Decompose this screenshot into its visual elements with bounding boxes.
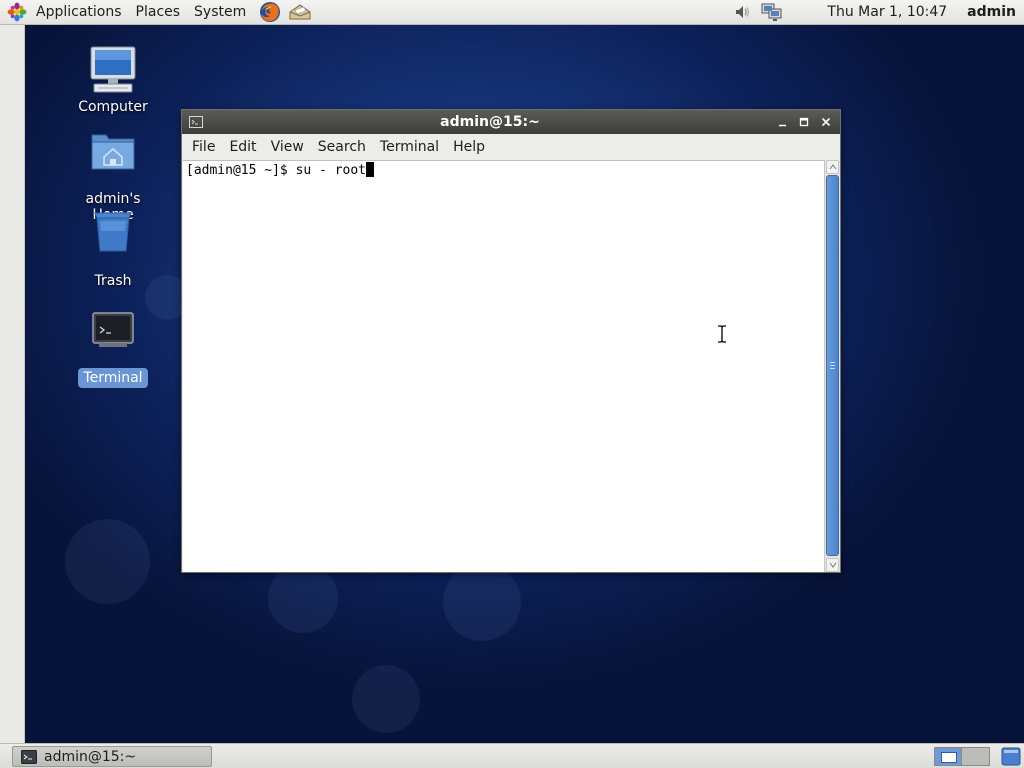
terminal-text: [admin@15 ~]$ su - root bbox=[186, 162, 375, 180]
show-desktop-icon[interactable] bbox=[1001, 747, 1021, 766]
terminal-icon bbox=[21, 749, 37, 764]
scrollbar-grip bbox=[830, 362, 835, 369]
minimize-button[interactable] bbox=[775, 114, 791, 130]
workspace-1[interactable] bbox=[935, 748, 962, 765]
scroll-down-button[interactable] bbox=[826, 558, 839, 572]
close-icon bbox=[821, 117, 831, 127]
network-icon[interactable] bbox=[761, 2, 783, 22]
firefox-launcher[interactable] bbox=[257, 0, 283, 24]
menu-file[interactable]: File bbox=[185, 135, 222, 159]
clock[interactable]: Thu Mar 1, 10:47 bbox=[827, 4, 947, 20]
wallpaper-bokeh bbox=[443, 563, 521, 641]
terminal-window[interactable]: admin@15:~ File Edit View Search Termina… bbox=[181, 109, 841, 573]
maximize-icon bbox=[799, 117, 809, 127]
menu-terminal[interactable]: Terminal bbox=[373, 135, 446, 159]
applications-logo-icon[interactable] bbox=[7, 2, 27, 22]
firefox-icon bbox=[260, 2, 281, 22]
desktop-icon-trash[interactable]: Trash bbox=[63, 209, 163, 290]
user-menu[interactable]: admin bbox=[967, 4, 1016, 20]
email-client-icon bbox=[289, 4, 311, 20]
desktop-icon-label: Trash bbox=[94, 273, 132, 289]
text-cursor bbox=[366, 162, 375, 177]
maximize-button[interactable] bbox=[796, 114, 812, 130]
minimize-icon bbox=[779, 124, 786, 127]
menu-view[interactable]: View bbox=[264, 135, 311, 159]
workspace-switcher[interactable] bbox=[934, 747, 990, 766]
menu-applications[interactable]: Applications bbox=[29, 0, 129, 24]
scroll-up-button[interactable] bbox=[826, 160, 839, 174]
close-button[interactable] bbox=[818, 114, 834, 130]
window-titlebar[interactable]: admin@15:~ bbox=[182, 110, 840, 134]
desktop-icon-computer[interactable]: Computer bbox=[63, 45, 163, 116]
panel-right-area: Thu Mar 1, 10:47 admin bbox=[731, 0, 1024, 24]
desktop-icon-label: Computer bbox=[78, 99, 148, 115]
chevron-down-icon bbox=[829, 562, 836, 568]
menu-search[interactable]: Search bbox=[311, 135, 373, 159]
chevron-up-icon bbox=[829, 164, 836, 170]
window-title: admin@15:~ bbox=[440, 114, 540, 130]
menu-system[interactable]: System bbox=[187, 0, 253, 24]
desktop-icon-terminal[interactable]: Terminal bbox=[63, 311, 163, 388]
volume-icon[interactable] bbox=[731, 2, 751, 22]
bottom-panel: admin@15:~ bbox=[0, 743, 1024, 768]
wallpaper-bokeh bbox=[268, 563, 338, 633]
menu-places[interactable]: Places bbox=[129, 0, 188, 24]
terminal-icon bbox=[92, 312, 134, 347]
wallpaper-bokeh bbox=[65, 519, 150, 604]
menu-edit[interactable]: Edit bbox=[222, 135, 263, 159]
home-folder-icon bbox=[91, 134, 135, 170]
taskbar-window-label: admin@15:~ bbox=[44, 748, 137, 765]
taskbar-window-button[interactable]: admin@15:~ bbox=[12, 746, 212, 767]
desktop-icon-label-selected: Terminal bbox=[78, 368, 148, 388]
scrollbar-thumb[interactable] bbox=[826, 175, 839, 556]
wallpaper-bokeh bbox=[352, 665, 420, 733]
trash-icon bbox=[94, 212, 132, 252]
menu-help[interactable]: Help bbox=[446, 135, 492, 159]
ibeam-cursor-icon bbox=[718, 325, 726, 343]
terminal-menubar: File Edit View Search Terminal Help bbox=[182, 134, 840, 159]
computer-icon bbox=[90, 46, 136, 93]
left-panel-strip bbox=[0, 25, 25, 743]
email-launcher[interactable] bbox=[287, 0, 313, 24]
terminal-output-area[interactable]: [admin@15 ~]$ su - root bbox=[183, 160, 824, 572]
top-panel: Applications Places System Thu Mar 1, 10… bbox=[0, 0, 1024, 25]
terminal-prompt-line: [admin@15 ~]$ su - root bbox=[186, 163, 367, 178]
workspace-2[interactable] bbox=[962, 748, 989, 765]
terminal-scrollbar[interactable] bbox=[824, 160, 840, 572]
